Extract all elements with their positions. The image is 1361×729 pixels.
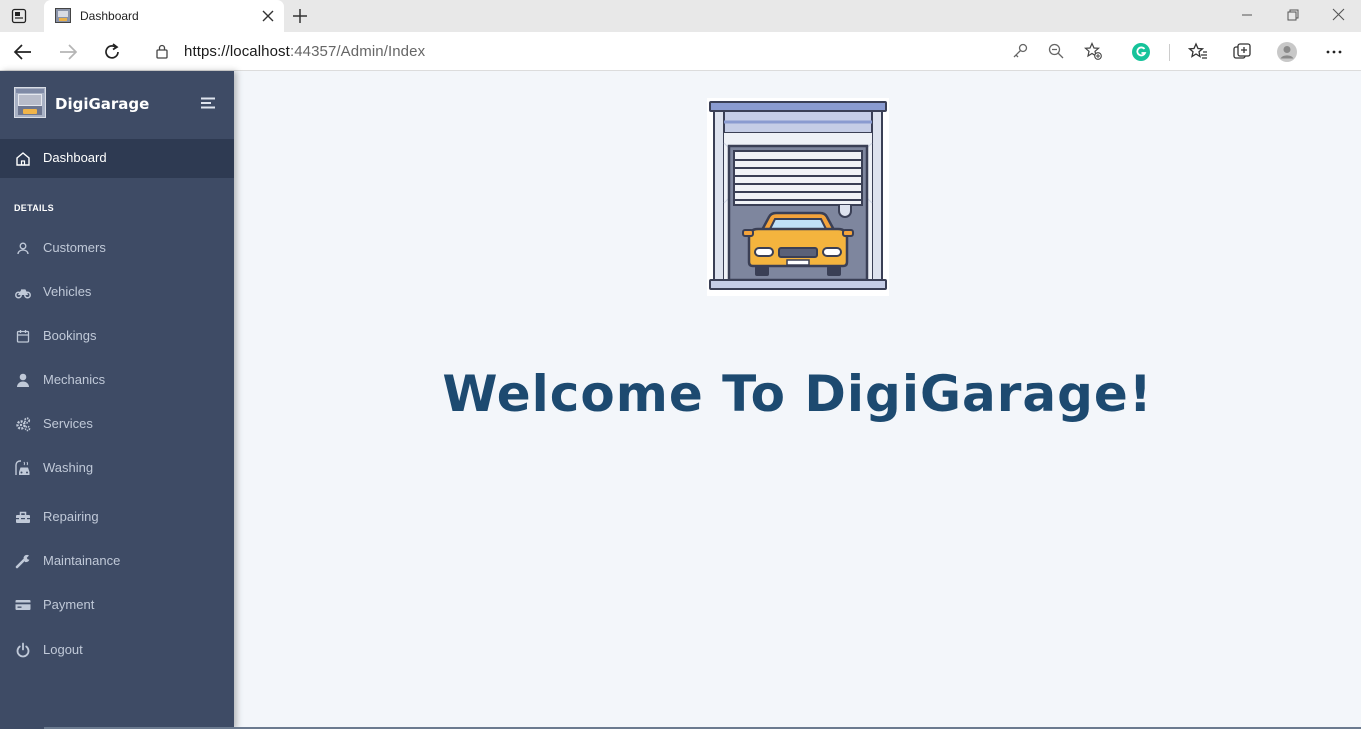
restore-icon[interactable] (1283, 6, 1303, 26)
add-favorite-icon[interactable] (1084, 42, 1102, 60)
tab-actions-icon[interactable] (11, 8, 27, 24)
sidebar-toggle-icon[interactable] (200, 97, 216, 109)
more-menu-icon[interactable] (1323, 41, 1345, 63)
zoom-out-icon[interactable] (1047, 42, 1065, 60)
sidebar-item-label: Payment (43, 597, 95, 612)
favorites-icon[interactable] (1187, 41, 1209, 63)
sidebar: DigiGarage Dashboard DETAILS Customers V… (0, 71, 234, 729)
sidebar-item-label: Customers (43, 240, 106, 255)
sidebar-item-maintainance[interactable]: Maintainance (0, 545, 234, 577)
refresh-icon[interactable] (101, 41, 123, 63)
garage-logo-icon (14, 87, 46, 118)
browser-toolbar: https://localhost:44357/Admin/Index (0, 32, 1361, 71)
address-bar[interactable]: https://localhost:44357/Admin/Index (141, 36, 1113, 66)
back-arrow-icon[interactable] (12, 41, 34, 63)
sidebar-item-label: Maintainance (43, 553, 121, 568)
sidebar-item-dashboard[interactable]: Dashboard (0, 139, 234, 178)
close-window-icon[interactable] (1329, 6, 1349, 26)
car-wash-icon (15, 460, 30, 475)
url-host: https://localhost (184, 43, 290, 60)
sidebar-item-services[interactable]: Services (0, 408, 234, 440)
minimize-icon[interactable] (1237, 6, 1257, 26)
toolbox-icon (16, 511, 30, 523)
close-tab-icon[interactable] (262, 10, 274, 22)
welcome-heading: Welcome To DigiGarage! (442, 365, 1153, 423)
motorcycle-icon (15, 289, 31, 299)
sidebar-item-label: Repairing (43, 509, 99, 524)
forward-arrow-icon[interactable] (57, 41, 79, 63)
power-icon (16, 642, 30, 658)
garage-favicon-icon (55, 8, 71, 23)
sidebar-item-label: Services (43, 416, 93, 431)
sidebar-item-repairing[interactable]: Repairing (0, 501, 234, 533)
credit-card-icon (15, 600, 31, 610)
sidebar-item-payment[interactable]: Payment (0, 589, 234, 621)
user-icon (17, 242, 29, 255)
sidebar-item-logout[interactable]: Logout (0, 634, 234, 666)
sidebar-item-mechanics[interactable]: Mechanics (0, 364, 234, 396)
sidebar-item-customers[interactable]: Customers (0, 232, 234, 264)
new-tab-icon[interactable] (291, 7, 309, 25)
gears-icon (16, 417, 31, 432)
grammarly-icon[interactable] (1130, 41, 1152, 63)
sidebar-item-vehicles[interactable]: Vehicles (0, 276, 234, 308)
sidebar-item-label: Washing (43, 460, 94, 475)
person-icon (17, 373, 29, 387)
sidebar-item-label: Dashboard (43, 150, 107, 165)
home-icon (16, 152, 30, 166)
sidebar-item-label: Logout (43, 642, 83, 657)
sidebar-item-label: Vehicles (43, 284, 92, 299)
sidebar-item-label: Bookings (43, 328, 97, 343)
wrench-icon (15, 554, 30, 569)
url-text[interactable]: https://localhost:44357/Admin/Index (184, 43, 425, 60)
tab-title: Dashboard (80, 9, 139, 23)
browser-tab-bar: Dashboard (0, 0, 1361, 32)
profile-avatar-icon[interactable] (1276, 41, 1298, 63)
sidebar-item-washing[interactable]: Washing (0, 452, 234, 484)
browser-tab-dashboard[interactable]: Dashboard (44, 0, 284, 32)
brand-name[interactable]: DigiGarage (55, 95, 149, 113)
calendar-icon (16, 330, 30, 343)
sidebar-item-label: Mechanics (43, 372, 106, 387)
url-path: :44357/Admin/Index (289, 43, 426, 60)
sidebar-item-bookings[interactable]: Bookings (0, 320, 234, 352)
lock-icon[interactable] (155, 44, 169, 59)
toolbar-separator (1169, 44, 1170, 61)
key-icon[interactable] (1011, 42, 1029, 60)
collections-icon[interactable] (1231, 41, 1253, 63)
section-heading-details: DETAILS (14, 203, 54, 213)
garage-car-illustration (707, 98, 889, 296)
